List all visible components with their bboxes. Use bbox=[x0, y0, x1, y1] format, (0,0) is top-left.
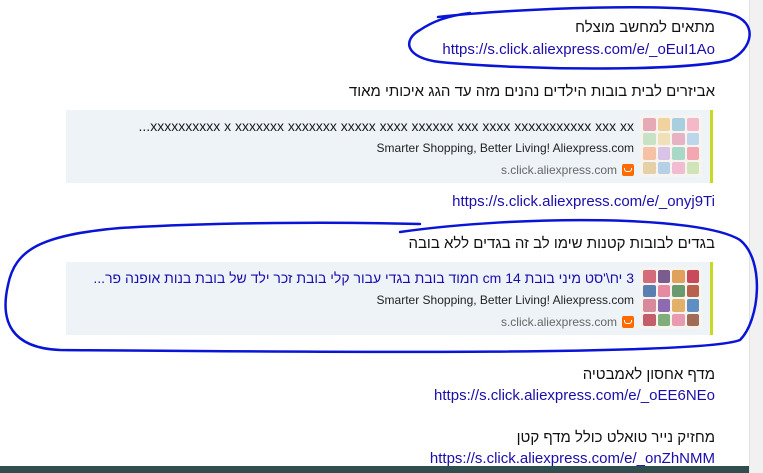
preview-title[interactable]: xxxxxxxxxx x xxxxxxx xxxxxxx xxxxx xxxx … bbox=[74, 118, 634, 134]
preview-description: Smarter Shopping, Better Living! Aliexpr… bbox=[376, 293, 634, 307]
aliexpress-icon bbox=[622, 316, 634, 328]
message-text: אביזרים לבית בובות הילדים נהנים מזה עד ה… bbox=[348, 83, 715, 100]
preview-site: s.click.aliexpress.com bbox=[501, 163, 634, 177]
bottom-bar bbox=[0, 466, 749, 473]
chat-panel: מתאים למחשב מוצלח https://s.click.aliexp… bbox=[0, 0, 749, 473]
message-text: מתאים למחשב מוצלח bbox=[575, 19, 715, 36]
product-link[interactable]: https://s.click.aliexpress.com/e/_oEuI1A… bbox=[442, 41, 715, 58]
scrollbar[interactable] bbox=[749, 0, 763, 473]
preview-description: Smarter Shopping, Better Living! Aliexpr… bbox=[376, 141, 634, 155]
message-text: מחזיק נייר טואלט כולל מדף קטן bbox=[516, 429, 715, 446]
preview-site-label: s.click.aliexpress.com bbox=[500, 315, 617, 329]
aliexpress-icon bbox=[622, 164, 634, 176]
link-preview-card[interactable]: xxxxxxxxxx x xxxxxxx xxxxxxx xxxxx xxxx … bbox=[66, 110, 713, 183]
preview-site-label: s.click.aliexpress.com bbox=[500, 163, 617, 177]
preview-title[interactable]: 3 יח\'סט מיני בובת 14 cm חמוד בובת בגדי … bbox=[74, 270, 634, 286]
link-preview-card[interactable]: 3 יח\'סט מיני בובת 14 cm חמוד בובת בגדי … bbox=[66, 262, 713, 335]
preview-thumbnail bbox=[640, 115, 702, 177]
product-link[interactable]: https://s.click.aliexpress.com/e/_onyj9T… bbox=[452, 193, 715, 210]
message-text: מדף אחסון לאמבטיה bbox=[582, 366, 715, 383]
product-link[interactable]: https://s.click.aliexpress.com/e/_oEE6NE… bbox=[434, 387, 715, 404]
product-link[interactable]: https://s.click.aliexpress.com/e/_onZhNM… bbox=[430, 450, 715, 467]
preview-thumbnail bbox=[640, 267, 702, 329]
preview-site: s.click.aliexpress.com bbox=[501, 315, 634, 329]
message-text: בגדים לבובות קטנות שימו לב זה בגדים ללא … bbox=[408, 235, 715, 252]
